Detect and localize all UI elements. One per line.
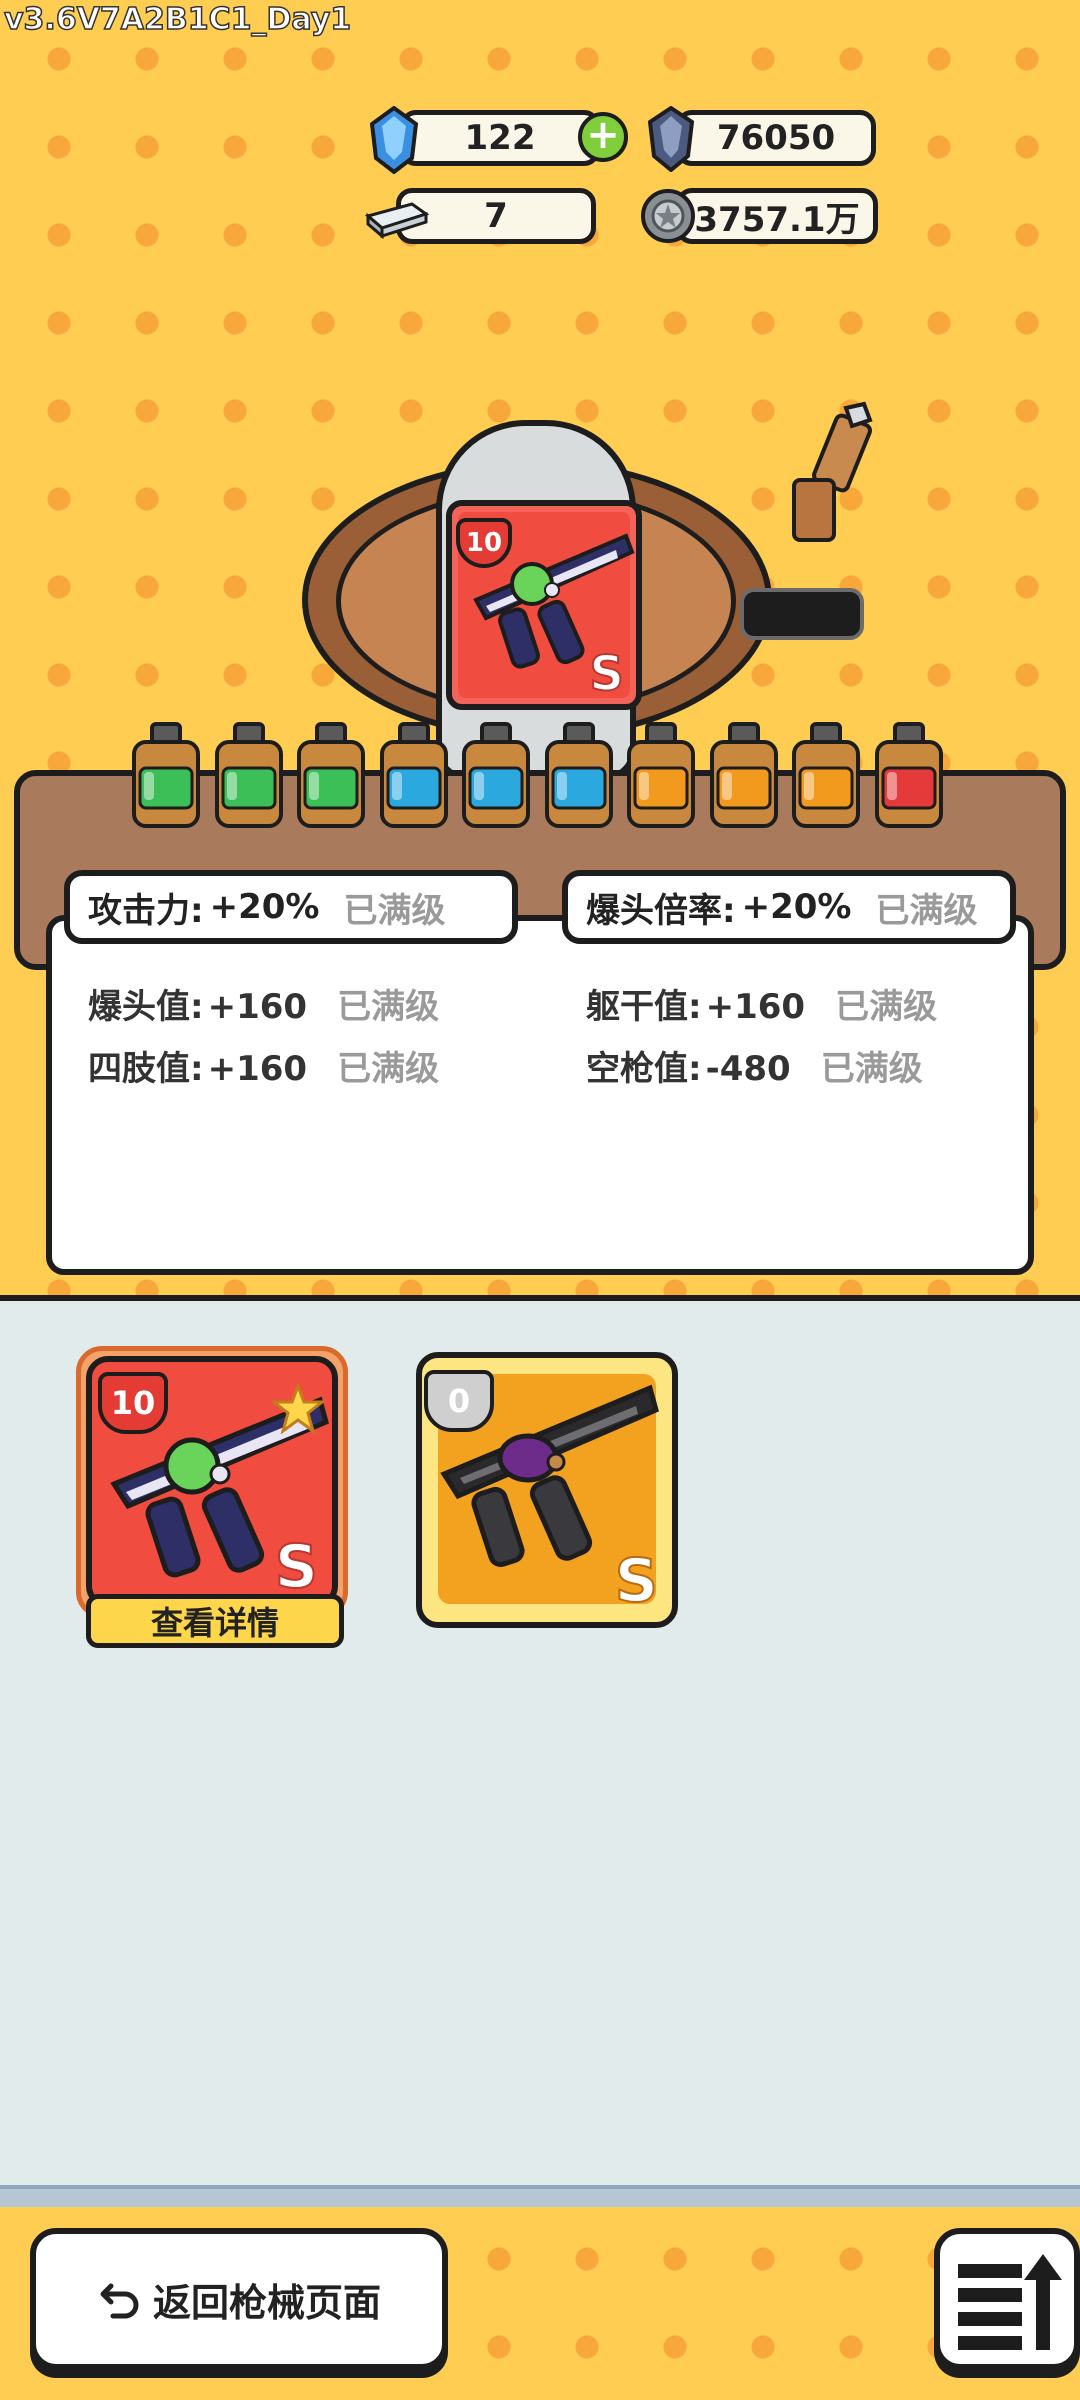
stat-status: 已满级 (337, 1049, 440, 1089)
currency-silver-bar: 7 (358, 184, 598, 248)
potion-bottle-icon (462, 722, 530, 828)
machine-slot (740, 588, 864, 640)
inventory-grade: S (614, 1545, 659, 1617)
stat-limbs: 四肢值: +160 已满级 (88, 1041, 439, 1090)
stat-value: -480 (705, 1049, 791, 1089)
inventory-level: 10 (110, 1384, 156, 1422)
return-arrow-icon (100, 2283, 139, 2319)
stat-label: 四肢值: (88, 1049, 204, 1089)
dark-crystal-pill: 76050 (676, 110, 876, 166)
stat-value: +160 (705, 987, 806, 1027)
blue-crystal-icon (369, 106, 419, 174)
stat-value: +160 (207, 987, 308, 1027)
back-to-guns-button[interactable]: 返回枪械页面 (30, 2228, 448, 2370)
bottle-row (130, 722, 950, 830)
stat-label: 爆头值: (88, 987, 204, 1027)
coin-pill: 3757.1万 (676, 188, 878, 244)
featured-level: 10 (465, 528, 503, 558)
stat-torso: 躯干值: +160 已满级 (586, 979, 937, 1028)
dark-crystal-icon (647, 106, 695, 172)
inventory-bottom-edge (0, 2185, 1080, 2207)
stat-status: 已满级 (835, 987, 938, 1027)
dark-crystal-value: 76050 (716, 118, 836, 158)
inventory-card-gold: 0 S (416, 1352, 678, 1628)
inventory-item[interactable]: 0 S (416, 1352, 678, 1628)
stat-status: 已满级 (820, 1049, 923, 1089)
back-label: 返回枪械页面 (152, 2280, 381, 2325)
silver-bar-value: 7 (484, 196, 508, 236)
stat-label: 躯干值: (586, 987, 702, 1027)
version-label: v3.6V7A2B1C1_Day1 (3, 1, 352, 38)
headshot-multiplier-tag: 爆头倍率: +20% 已满级 (562, 870, 1016, 944)
potion-bottle-icon (132, 722, 200, 828)
stat-value: +160 (207, 1049, 308, 1089)
sort-menu-button[interactable] (934, 2228, 1080, 2370)
star-icon (272, 1384, 324, 1434)
stat-headshot: 爆头值: +160 已满级 (88, 979, 439, 1028)
tag-status: 已满级 (875, 890, 978, 931)
potion-bottle-icon (297, 722, 365, 828)
coin-value: 3757.1万 (694, 199, 860, 240)
currency-coin: 3757.1万 (640, 184, 880, 248)
inventory-card-red: 10 S (86, 1356, 338, 1608)
currency-dark-crystal: 76050 (646, 106, 878, 172)
coin-icon (641, 189, 695, 243)
stats-panel: 爆头值: +160 已满级 躯干值: +160 已满级 四肢值: +160 已满级 空枪值:… (46, 915, 1034, 1275)
tag-value: +20% (741, 887, 852, 927)
potion-bottle-icon (627, 722, 695, 828)
potion-bottle-icon (709, 722, 778, 828)
potion-bottle-icon (544, 722, 613, 828)
view-details-label: 查看详情 (150, 1604, 279, 1642)
stat-status: 已满级 (337, 987, 440, 1027)
inventory-level-badge: 0 (424, 1370, 494, 1432)
tag-label: 爆头倍率: (586, 890, 736, 931)
stat-label: 空枪值: (586, 1049, 702, 1089)
tag-label: 攻击力: (88, 890, 204, 931)
tag-value: +20% (209, 887, 320, 927)
view-details-button[interactable]: 查看详情 (86, 1594, 344, 1648)
stat-miss: 空枪值: -480 已满级 (586, 1041, 923, 1090)
tag-status: 已满级 (343, 890, 446, 931)
potion-bottle-icon (214, 722, 283, 828)
machine-nozzle (792, 401, 873, 542)
inventory-grade: S (274, 1531, 319, 1602)
inventory-level-badge: 10 (98, 1372, 168, 1434)
attack-tag: 攻击力: +20% 已满级 (64, 870, 518, 944)
sort-menu-icon (958, 2254, 1062, 2350)
potion-bottle-icon (874, 722, 943, 828)
featured-weapon-card[interactable]: 10 S (446, 500, 642, 710)
currency-gem: 122 + (368, 106, 632, 174)
silver-bar-icon (364, 202, 430, 240)
potion-bottle-icon (379, 722, 448, 828)
featured-grade: S (588, 645, 625, 703)
potion-bottle-icon (792, 722, 860, 828)
gem-pill: 122 (400, 110, 600, 166)
add-gem-button[interactable]: + (578, 112, 628, 162)
gem-value: 122 (464, 118, 536, 158)
inventory-item-selected[interactable]: 10 S 查看详情 (76, 1346, 348, 1648)
inventory-level: 0 (447, 1382, 471, 1420)
